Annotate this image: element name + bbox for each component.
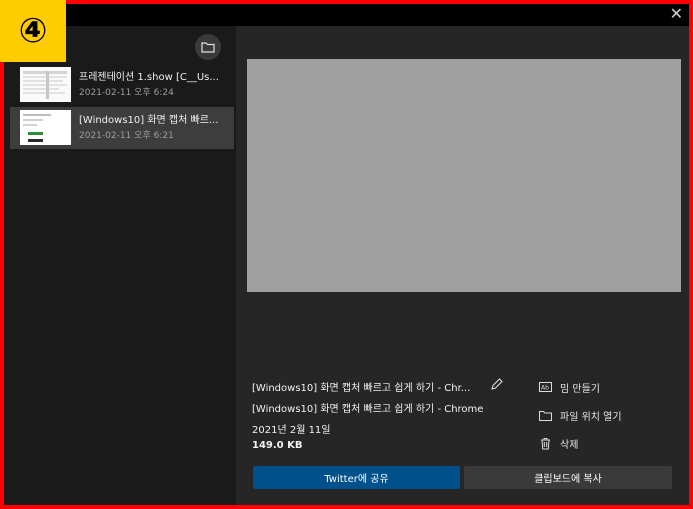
page-title: [Windows10] 화면 캡처 빠르고 쉽게 하기 - Chrome xyxy=(252,404,484,415)
close-button[interactable]: ✕ xyxy=(670,5,683,23)
history-item-title: 프레젠테이션 1.show [C__Us... xyxy=(79,72,219,83)
snip-history-window: ✕ 프레젠테이션 1.show [C__Us... 2021-02-11 오후 … xyxy=(4,4,689,505)
file-name: [Windows10] 화면 캡처 빠르고 쉽게 하기 - Chr... xyxy=(252,383,471,394)
history-item-title: [Windows10] 화면 캡처 빠르... xyxy=(79,115,219,126)
trash-icon xyxy=(538,436,552,450)
open-folder-button[interactable] xyxy=(195,34,221,60)
detail-pane: [Windows10] 화면 캡처 빠르고 쉽게 하기 - Chr... [Wi… xyxy=(236,26,689,505)
rename-button[interactable] xyxy=(490,376,506,392)
delete-label: 삭제 xyxy=(560,439,579,451)
history-item-date: 2021-02-11 오후 6:21 xyxy=(79,131,174,141)
file-size: 149.0 KB xyxy=(252,440,303,451)
history-item-capture[interactable]: [Windows10] 화면 캡처 빠르... 2021-02-11 오후 6:… xyxy=(10,107,234,149)
delete-action[interactable]: 삭제 xyxy=(538,434,578,452)
thumbnail-presentation xyxy=(20,67,71,102)
meme-icon: Ab xyxy=(538,380,552,394)
copy-to-clipboard-button[interactable]: 클립보드에 복사 xyxy=(464,466,672,489)
open-file-location-action[interactable]: 파일 위치 열기 xyxy=(538,406,622,424)
history-item-date: 2021-02-11 오후 6:24 xyxy=(79,88,174,98)
step-number-badge: ④ xyxy=(0,0,66,62)
svg-text:Ab: Ab xyxy=(541,385,549,392)
snip-preview-image xyxy=(247,59,681,292)
history-item-presentation[interactable]: 프레젠테이션 1.show [C__Us... 2021-02-11 오후 6:… xyxy=(10,64,234,106)
share-twitter-button[interactable]: Twitter에 공유 xyxy=(253,466,460,489)
make-meme-label: 밈 만들기 xyxy=(560,383,600,395)
make-meme-action[interactable]: Ab 밈 만들기 xyxy=(538,378,600,396)
folder-icon xyxy=(201,42,215,53)
open-file-location-label: 파일 위치 열기 xyxy=(560,411,622,423)
capture-date: 2021년 2월 11일 xyxy=(252,425,331,436)
pencil-icon xyxy=(491,378,503,390)
red-highlight-frame: ✕ 프레젠테이션 1.show [C__Us... 2021-02-11 오후 … xyxy=(0,0,693,509)
thumbnail-capture xyxy=(20,110,71,145)
folder-icon xyxy=(538,408,552,422)
title-bar: ✕ xyxy=(4,4,689,26)
history-sidebar: 프레젠테이션 1.show [C__Us... 2021-02-11 오후 6:… xyxy=(4,26,236,505)
